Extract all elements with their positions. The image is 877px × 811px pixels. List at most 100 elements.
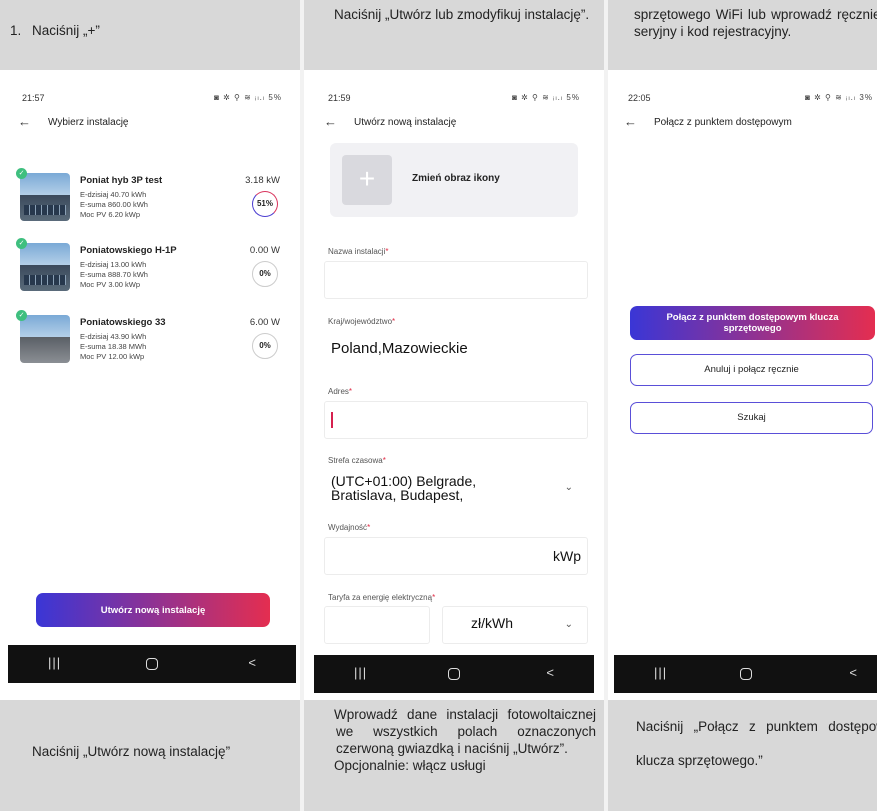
name-label: Nazwa instalacji* [328,247,389,256]
home-icon[interactable] [739,668,752,680]
installation-percent: 51% [252,191,278,217]
caption-step-7: 7.Naciśnij „Połącz z punktem dostępowym … [608,700,877,811]
installation-item[interactable]: ✓ Poniat hyb 3P test E-dzisiaj 40.70 kWh… [16,168,288,235]
caption-step-5: 5.Wprowadź dane instalacji fotowoltaiczn… [304,700,604,811]
nav-back-icon[interactable]: < [546,665,554,680]
timezone-label: Strefa czasowa* [328,456,386,465]
country-field[interactable]: Poland,Mazowieckie [324,331,588,369]
screen-title: Połącz z punktem dostępowym [654,117,792,128]
column-divider-1 [300,0,304,811]
country-label: Kraj/województwo* [328,317,396,326]
change-icon-card[interactable]: + Zmień obraz ikony [330,143,578,217]
status-bar: 21:57 ◙ ✲ ⚲ ≋ ᵢₗ.ₗ 5% [8,93,296,105]
status-time: 21:57 [22,93,45,103]
caption-number: 6. [312,757,334,774]
caption-text: Naciśnij „Połącz z punktem dostępowym kl… [636,719,877,768]
screen-header: ← Wybierz instalację [8,115,296,135]
create-installation-button[interactable]: Utwórz nową instalację [36,593,270,627]
screen-create-installation: 21:59 ◙ ✲ ⚲ ≋ ᵢₗ.ₗ 5% ← Utwórz nową inst… [314,79,594,693]
installation-thumbnail [20,243,70,291]
caption-step-1: 1. Naciśnij „+” [0,0,300,70]
back-arrow-icon[interactable]: ← [18,115,31,129]
installation-today: E-dzisiaj 40.70 kWh [80,190,147,199]
status-bar: 21:59 ◙ ✲ ⚲ ≋ ᵢₗ.ₗ 5% [314,93,594,105]
capacity-input[interactable]: kWp [324,537,588,575]
installation-name: Poniat hyb 3P test [80,175,163,186]
caption-text: sprzętowego WiFi lub wprowadź ręcznie nu… [634,7,877,39]
android-nav-bar: ||| < [614,655,877,693]
check-icon: ✓ [16,168,27,179]
back-arrow-icon[interactable]: ← [624,115,637,129]
android-nav-bar: ||| < [314,655,594,693]
screen-header: ← Utwórz nową instalację [314,115,594,135]
caption-number: 7. [614,710,636,744]
manual-connect-button[interactable]: Anuluj i połącz ręcznie [630,354,873,386]
status-icons: ◙ ✲ ⚲ ≋ ᵢₗ.ₗ 5% [214,93,282,102]
address-input[interactable] [324,401,588,439]
installation-power: 3.18 kW [245,175,280,186]
caption-step-2: 2.Naciśnij „Utwórz lub zmodyfikuj instal… [304,0,604,70]
recent-apps-icon[interactable]: ||| [654,665,667,680]
installation-power: 6.00 W [249,317,280,328]
installation-item[interactable]: ✓ Poniatowskiego H-1P E-dzisiaj 13.00 kW… [16,238,288,305]
check-icon: ✓ [16,238,27,249]
connect-hardware-key-button[interactable]: Połącz z punktem dostępowym klucza sprzę… [630,306,875,340]
tariff-unit-select[interactable]: zł/kWh ⌄ [442,606,588,644]
installation-item[interactable]: ✓ Poniatowskiego 33 E-dzisiaj 43.90 kWh … [16,310,288,377]
caption-step-3: sprzętowego WiFi lub wprowadź ręcznie nu… [608,0,877,70]
search-button[interactable]: Szukaj [630,402,873,434]
screen-header: ← Połącz z punktem dostępowym [614,115,877,135]
capacity-label: Wydajność* [328,523,371,532]
plus-icon: + [342,155,392,205]
nav-back-icon[interactable]: < [248,655,256,670]
installation-total: E-suma 860.00 kWh [80,200,148,209]
tariff-input[interactable] [324,606,430,644]
installation-name: Poniatowskiego H-1P [80,245,177,256]
tariff-unit: zł/kWh [471,615,513,631]
text-cursor [331,412,333,428]
country-value: Poland,Mazowieckie [331,340,468,357]
installation-percent: 0% [252,261,278,287]
check-icon: ✓ [16,310,27,321]
caption-text: Naciśnij „+” [32,23,100,38]
installation-pv: Moc PV 12.00 kWp [80,352,145,361]
android-nav-bar: ||| < [8,645,296,683]
recent-apps-icon[interactable]: ||| [354,665,367,680]
installation-percent: 0% [252,333,278,359]
status-icons: ◙ ✲ ⚲ ≋ ᵢₗ.ₗ 5% [512,93,580,102]
nav-back-icon[interactable]: < [849,665,857,680]
home-icon[interactable] [448,668,460,680]
home-icon[interactable] [146,658,158,670]
screen-select-installation: 21:57 ◙ ✲ ⚲ ≋ ᵢₗ.ₗ 5% ← Wybierz instalac… [8,79,296,683]
caption-number: 2. [312,6,334,23]
status-bar: 22:05 ◙ ✲ ⚲ ≋ ᵢₗ.ₗ 3% [614,93,877,105]
status-time: 21:59 [328,93,351,103]
change-icon-label: Zmień obraz ikony [412,173,500,184]
timezone-value: (UTC+01:00) Belgrade, Bratislava, Budape… [331,473,477,503]
installation-pv: Moc PV 6.20 kWp [80,210,141,219]
installation-total: E-suma 18.38 MWh [80,342,147,351]
caption-text: Wprowadź dane instalacji fotowoltaicznej… [334,707,596,756]
address-label: Adres* [328,387,353,396]
installation-power: 0.00 W [249,245,280,256]
caption-number: 5. [312,706,334,723]
installation-total: E-suma 888.70 kWh [80,270,148,279]
installation-thumbnail [20,173,70,221]
recent-apps-icon[interactable]: ||| [48,655,61,670]
name-input[interactable] [324,261,588,299]
caption-text: Naciśnij „Utwórz lub zmodyfikuj instalac… [334,7,590,22]
caption-number: 4. [10,743,32,760]
back-arrow-icon[interactable]: ← [324,115,337,129]
screen-title: Wybierz instalację [48,117,129,128]
installation-today: E-dzisiaj 43.90 kWh [80,332,147,341]
tariff-label: Taryfa za energię elektryczną* [328,593,436,602]
timezone-select[interactable]: (UTC+01:00) Belgrade, Bratislava, Budape… [324,469,588,507]
installation-today: E-dzisiaj 13.00 kWh [80,260,147,269]
caption-text: Opcjonalnie: włącz usługi [334,758,486,773]
screen-connect-access-point: 22:05 ◙ ✲ ⚲ ≋ ᵢₗ.ₗ 3% ← Połącz z punktem… [614,79,877,693]
caption-step-4: 4.Naciśnij „Utwórz nową instalację” [0,700,300,811]
installation-name: Poniatowskiego 33 [80,317,166,328]
chevron-down-icon: ⌄ [564,619,573,630]
installation-pv: Moc PV 3.00 kWp [80,280,141,289]
status-icons: ◙ ✲ ⚲ ≋ ᵢₗ.ₗ 3% [805,93,873,102]
